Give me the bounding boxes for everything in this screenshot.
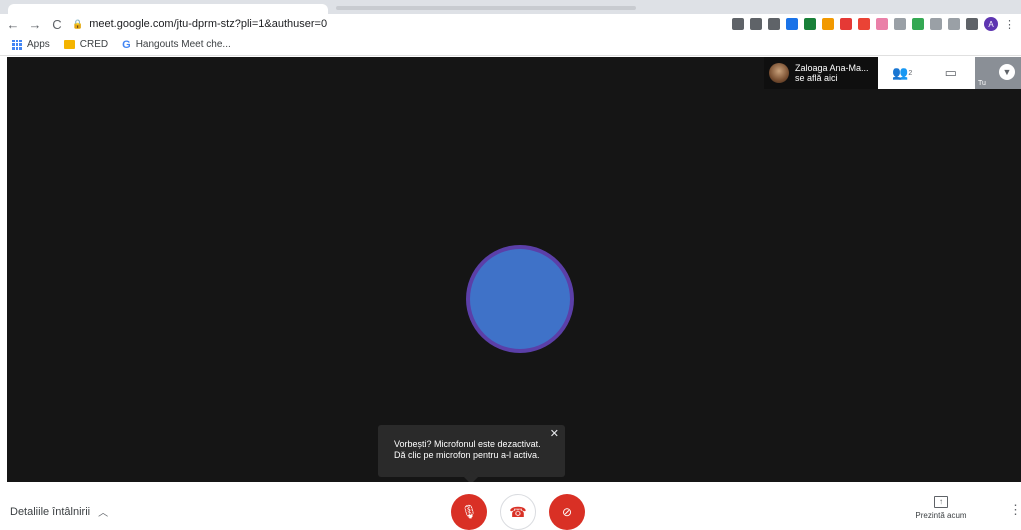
reload-icon[interactable]: C — [48, 15, 66, 33]
chrome-menu-icon[interactable]: ⋮ — [1004, 18, 1015, 31]
cast-icon[interactable] — [732, 18, 744, 30]
participant-photo — [769, 63, 789, 83]
google-icon: G — [122, 38, 131, 51]
ext-badge-icon[interactable] — [858, 18, 870, 30]
active-tab[interactable] — [8, 4, 328, 14]
toast-line-1: Vorbești? Microfonul este dezactivat. — [394, 439, 541, 449]
camera-off-icon: ⊘ — [561, 505, 573, 519]
present-label: Prezintă acum — [915, 511, 967, 520]
tab-strip — [0, 0, 1021, 14]
url-text[interactable]: meet.google.com/jtu-dprm-stz?pli=1&authu… — [89, 18, 327, 30]
chat-icon[interactable]: ▭ — [938, 60, 964, 86]
self-preview-tile[interactable]: Tu ▼ — [975, 57, 1021, 89]
ext-tag-icon[interactable] — [876, 18, 888, 30]
ext-new-icon[interactable] — [822, 18, 834, 30]
participant-info: Zaloaga Ana-Ma... se află aici — [795, 63, 869, 83]
ext-green-icon[interactable] — [804, 18, 816, 30]
folder-icon — [63, 40, 75, 49]
drive-icon[interactable] — [912, 18, 924, 30]
participant-name: Zaloaga Ana-Ma... — [795, 63, 869, 73]
participant-chip[interactable]: Zaloaga Ana-Ma... se află aici — [764, 57, 878, 89]
phone-hangup-icon: ☎ — [509, 503, 527, 520]
participant-status: se află aici — [795, 73, 838, 83]
participant-avatar-ring — [466, 245, 574, 353]
top-right-panel: 👥 2 ▭ — [878, 57, 975, 89]
cast-tab-icon[interactable] — [966, 18, 978, 30]
bookmarks-bar: Apps CRED G Hangouts Meet che... — [0, 34, 1021, 56]
participant-avatar — [470, 249, 570, 349]
details-label: Detaliile întâlnirii — [10, 505, 91, 518]
bookmark-hangouts[interactable]: G Hangouts Meet che... — [122, 39, 231, 51]
toast-line-2: Dă clic pe microfon pentru a-l activa. — [394, 450, 540, 460]
profile-avatar[interactable]: A — [984, 17, 998, 31]
opera-icon[interactable] — [840, 18, 852, 30]
camera-icon[interactable] — [948, 18, 960, 30]
lock-icon[interactable]: 🔒 — [72, 19, 83, 30]
leave-call-button[interactable]: ☎ — [500, 494, 536, 530]
apps-grid-icon — [12, 39, 22, 50]
close-icon[interactable]: ✕ — [550, 429, 559, 440]
more-options-icon[interactable]: ⋮ — [1009, 502, 1021, 518]
meeting-stage: Zaloaga Ana-Ma... se află aici 👥 2 ▭ Tu ▼… — [7, 57, 1021, 485]
microphone-toggle-button[interactable]: 🎙 — [451, 494, 487, 530]
pin-icon[interactable]: ▼ — [999, 64, 1015, 80]
browser-toolbar: ← → C 🔒 meet.google.com/jtu-dprm-stz?pli… — [0, 14, 1021, 34]
present-now-button[interactable]: ↑ Prezintă acum — [909, 496, 973, 520]
address-bar[interactable]: 🔒 meet.google.com/jtu-dprm-stz?pli=1&aut… — [72, 15, 572, 33]
camera-toggle-button[interactable]: ⊘ — [549, 494, 585, 530]
ext-blue-icon[interactable] — [786, 18, 798, 30]
ext-circle-icon[interactable] — [930, 18, 942, 30]
bookmark-label: Hangouts Meet che... — [135, 39, 231, 50]
forward-icon[interactable]: → — [26, 15, 44, 33]
background-tab[interactable] — [336, 6, 636, 10]
bookmark-label: CRED — [79, 39, 109, 50]
mic-off-icon: 🎙 — [460, 504, 478, 519]
star-icon[interactable] — [768, 18, 780, 30]
chevron-up-icon: ︿ — [98, 508, 109, 519]
self-label: Tu — [978, 80, 986, 87]
people-count: 2 — [908, 69, 913, 77]
ext-gray-icon[interactable] — [894, 18, 906, 30]
bookmark-apps[interactable]: Apps — [12, 39, 50, 50]
bookmark-cred[interactable]: CRED — [63, 39, 109, 50]
present-screen-icon: ↑ — [934, 496, 948, 508]
meeting-details-button[interactable]: Detaliile întâlnirii ︿ — [10, 504, 109, 520]
bottom-control-bar: Detaliile întâlnirii ︿ 🎙 ☎ ⊘ ↑ Prezintă … — [0, 482, 1021, 530]
back-icon[interactable]: ← — [4, 15, 22, 33]
translate-icon[interactable] — [750, 18, 762, 30]
muted-mic-toast: ✕ Vorbești? Microfonul este dezactivat. … — [378, 425, 565, 485]
extension-bar: A ⋮ — [732, 16, 1015, 32]
bookmark-label: Apps — [27, 39, 50, 50]
people-icon[interactable]: 👥 2 — [889, 60, 915, 86]
